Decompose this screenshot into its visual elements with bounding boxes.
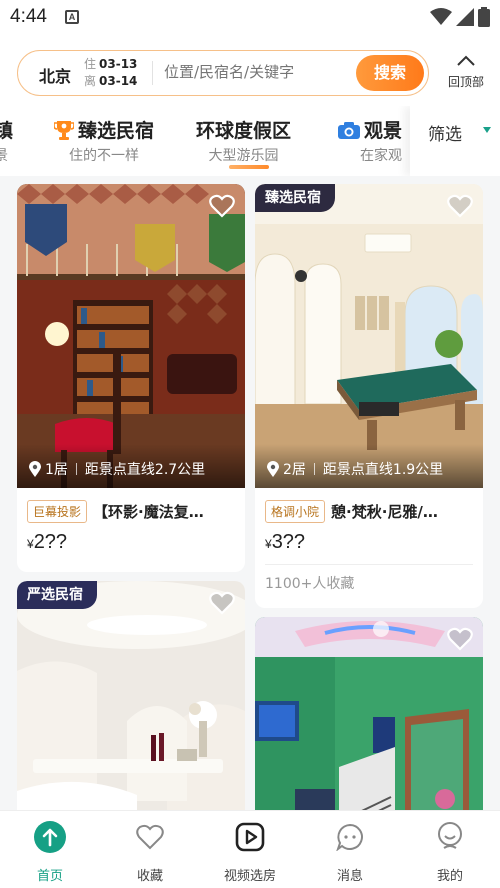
listing-photo bbox=[255, 184, 483, 488]
wifi-icon bbox=[430, 8, 452, 25]
search-divider bbox=[152, 61, 153, 85]
filter-button[interactable]: 筛选 bbox=[410, 106, 500, 176]
listing-title: 【环影·魔法复… bbox=[93, 503, 204, 521]
search-bar[interactable]: 北京 住03-13 离03-14 搜索 bbox=[17, 50, 429, 96]
tab-title: 观景 bbox=[364, 120, 403, 142]
heart-icon bbox=[136, 824, 164, 850]
select-badge: 严选民宿 bbox=[17, 581, 97, 609]
tab-subtitle: 大型游乐园 bbox=[208, 148, 279, 164]
nav-label: 消息 bbox=[336, 869, 363, 884]
search-header: 北京 住03-13 离03-14 搜索 回顶部 bbox=[0, 36, 500, 106]
profile-icon bbox=[438, 822, 462, 849]
heart-icon bbox=[447, 194, 473, 218]
tab-title: 臻选民宿 bbox=[78, 120, 155, 142]
location-pin-icon bbox=[267, 461, 279, 477]
listing-location: 2居 距景点直线1.9公里 bbox=[267, 459, 443, 479]
listing-price: ¥2?? bbox=[27, 531, 235, 554]
listing-photo bbox=[17, 184, 245, 488]
listing-card[interactable]: 1居 距景点直线2.7公里 巨幕投影 【环影·魔法复… ¥2?? bbox=[17, 184, 245, 572]
message-icon bbox=[336, 823, 363, 851]
distance-text: 距景点直线2.7公里 bbox=[84, 462, 206, 478]
search-input[interactable] bbox=[164, 63, 344, 81]
tab-global-resort[interactable]: 环球度假区 大型游乐园 bbox=[196, 116, 291, 165]
app-notification-icon: A bbox=[65, 10, 79, 24]
caret-down-icon bbox=[483, 127, 491, 133]
distance-text: 距景点直线1.9公里 bbox=[322, 462, 444, 478]
category-tabs: 镇 景 臻选民宿 住的不一样 环球度假区 大型游乐园 观景 在家观 筛选 bbox=[0, 106, 500, 176]
nav-favorites[interactable]: 收藏 bbox=[110, 821, 190, 884]
status-icons bbox=[430, 7, 490, 27]
listing-title: 憩·梵秋·尼雅/… bbox=[331, 503, 438, 521]
listing-card[interactable] bbox=[255, 617, 483, 810]
checkout-date: 03-14 bbox=[99, 74, 138, 88]
feature-tag: 格调小院 bbox=[265, 500, 326, 523]
nav-label: 首页 bbox=[36, 869, 63, 884]
card-divider bbox=[265, 564, 473, 565]
tab-title: 环球度假区 bbox=[196, 120, 292, 142]
price-value: 2?? bbox=[33, 531, 68, 553]
city-selector[interactable]: 北京 bbox=[39, 63, 71, 87]
tab-premium-homestay[interactable]: 臻选民宿 住的不一样 bbox=[54, 116, 154, 165]
listing-info: 格调小院 憩·梵秋·尼雅/… ¥3?? 1100+人收藏 bbox=[255, 488, 483, 593]
checkin-label: 住 bbox=[84, 57, 97, 71]
home-arrow-icon bbox=[34, 821, 66, 853]
back-to-top-button[interactable]: 回顶部 bbox=[440, 52, 492, 90]
listing-location: 1居 距景点直线2.7公里 bbox=[29, 459, 205, 479]
tab-title: 镇 bbox=[0, 120, 14, 142]
nav-label: 收藏 bbox=[136, 869, 163, 884]
listing-card[interactable]: 臻选民宿 2居 距景点直线1.9公里 格调小院 憩·梵秋·尼雅/… ¥3?? 1… bbox=[255, 184, 483, 608]
back-to-top-label: 回顶部 bbox=[447, 75, 484, 89]
tab-town[interactable]: 镇 景 bbox=[0, 116, 13, 165]
status-time: 4:44 bbox=[10, 6, 47, 27]
tab-subtitle: 景 bbox=[0, 148, 8, 164]
tab-subtitle: 在家观 bbox=[360, 148, 403, 164]
currency-symbol: ¥ bbox=[27, 537, 34, 551]
trophy-icon bbox=[54, 120, 74, 140]
video-play-icon bbox=[235, 822, 265, 852]
listing-price: ¥3?? bbox=[265, 531, 473, 554]
premium-badge: 臻选民宿 bbox=[255, 184, 335, 212]
location-pin-icon bbox=[29, 461, 41, 477]
nav-home[interactable]: 首页 bbox=[10, 821, 90, 884]
favorite-button[interactable] bbox=[209, 194, 235, 222]
nav-label: 我的 bbox=[436, 869, 463, 884]
nav-messages[interactable]: 消息 bbox=[310, 821, 390, 884]
nav-profile[interactable]: 我的 bbox=[410, 821, 490, 884]
signal-icon bbox=[456, 8, 474, 26]
camera-icon bbox=[338, 121, 360, 139]
collection-count: 1100+人收藏 bbox=[265, 576, 355, 592]
chevron-up-icon bbox=[457, 55, 475, 66]
heart-icon bbox=[209, 194, 235, 218]
heart-icon bbox=[447, 627, 473, 651]
listing-card[interactable]: 严选民宿 bbox=[17, 581, 245, 810]
nav-label: 视频选房 bbox=[223, 869, 276, 884]
location-divider bbox=[313, 463, 315, 475]
heart-icon bbox=[209, 591, 235, 615]
nav-video-rooms[interactable]: 视频选房 bbox=[210, 821, 290, 884]
tab-scenic-view[interactable]: 观景 在家观 bbox=[338, 116, 402, 165]
tab-subtitle: 住的不一样 bbox=[69, 148, 139, 164]
room-count: 2居 bbox=[283, 462, 306, 478]
search-button[interactable]: 搜索 bbox=[356, 55, 424, 91]
location-divider bbox=[75, 463, 77, 475]
favorite-button[interactable] bbox=[447, 194, 473, 222]
listing-info: 巨幕投影 【环影·魔法复… ¥2?? bbox=[17, 488, 245, 554]
favorite-button[interactable] bbox=[209, 591, 235, 619]
status-bar: 4:44 A bbox=[0, 0, 500, 36]
checkin-date: 03-13 bbox=[99, 57, 138, 71]
price-value: 3?? bbox=[271, 531, 306, 553]
filter-label: 筛选 bbox=[428, 125, 462, 145]
room-count: 1居 bbox=[45, 462, 68, 478]
feature-tag: 巨幕投影 bbox=[27, 500, 88, 523]
currency-symbol: ¥ bbox=[265, 537, 272, 551]
battery-icon bbox=[478, 7, 490, 27]
date-selector[interactable]: 住 03-13 离 03-14 bbox=[84, 56, 137, 90]
listing-feed: 1居 距景点直线2.7公里 巨幕投影 【环影·魔法复… ¥2?? 臻选民宿 2居… bbox=[0, 176, 500, 810]
favorite-button[interactable] bbox=[447, 627, 473, 655]
bottom-navigation: 首页 收藏 视频选房 消息 我的 bbox=[0, 810, 500, 888]
active-tab-indicator bbox=[229, 165, 269, 169]
checkout-label: 离 bbox=[84, 74, 97, 88]
